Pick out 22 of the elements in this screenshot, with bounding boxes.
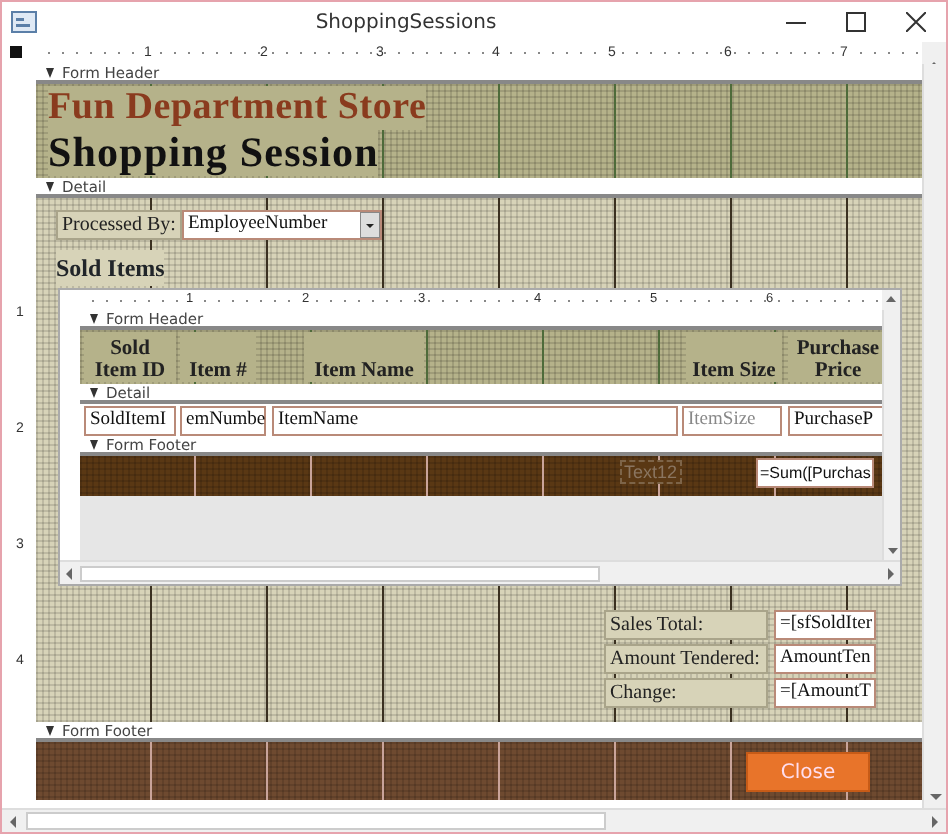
- field-label: Processed By:: [56, 210, 182, 240]
- text-field[interactable]: =[sfSoldIter: [774, 610, 876, 640]
- text-field[interactable]: SoldItemI: [84, 406, 176, 436]
- column-heading: Purchase Price: [788, 332, 882, 382]
- field-label: Change:: [604, 678, 768, 708]
- sum-field[interactable]: =Sum([Purchas: [756, 458, 875, 488]
- column-heading: Item #: [180, 332, 256, 382]
- store-name: Fun Department Store: [48, 86, 427, 130]
- field-label: Amount Tendered:: [604, 644, 768, 674]
- form-title: Shopping Session: [48, 128, 379, 176]
- column-heading: Item Name: [304, 332, 424, 382]
- text-field[interactable]: =[AmountT: [774, 678, 876, 708]
- column-heading: Item Size: [686, 332, 782, 382]
- field-label: Sales Total:: [604, 610, 768, 640]
- window-title: ShoppingSessions: [313, 11, 499, 33]
- subform-label: Sold Items: [56, 250, 165, 286]
- text-field[interactable]: ItemSize: [682, 406, 782, 436]
- text-field[interactable]: ItemName: [272, 406, 678, 436]
- column-heading: Sold Item ID: [84, 332, 176, 382]
- employee-combo[interactable]: EmployeeNumber: [182, 210, 382, 240]
- text-field[interactable]: PurchaseP: [788, 406, 882, 436]
- text-field[interactable]: AmountTen: [774, 644, 876, 674]
